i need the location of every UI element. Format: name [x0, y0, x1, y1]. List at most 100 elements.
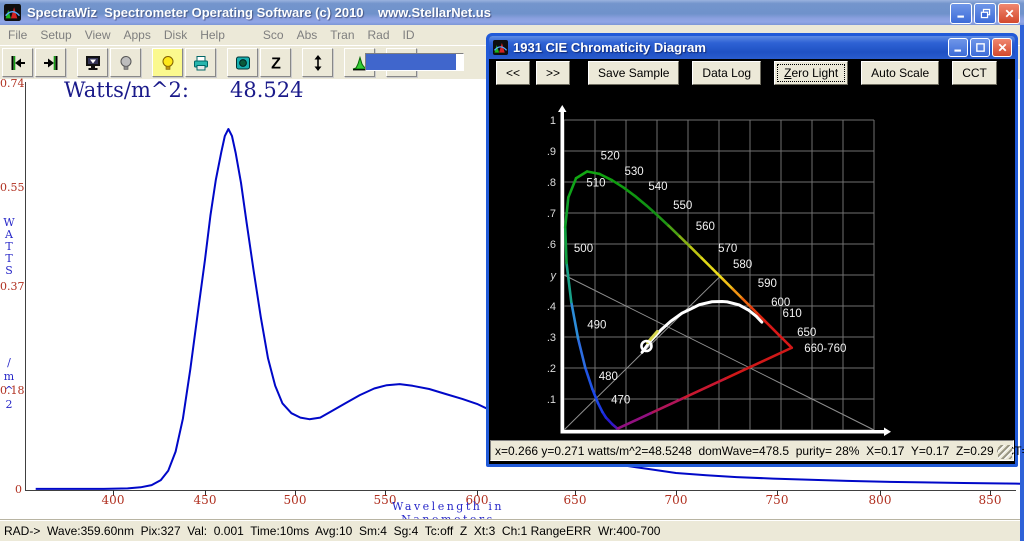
svg-text:y: y [550, 270, 558, 282]
x-tick-label: 400 [101, 493, 125, 507]
y-axis-unit-char: S [5, 264, 13, 277]
x-tick-label: 650 [563, 493, 587, 507]
measurement-unit-label: Watts/m^2: [64, 78, 189, 102]
svg-text:510: 510 [586, 178, 605, 190]
svg-text:.9: .9 [547, 146, 556, 158]
menu-item-apps[interactable]: Apps [124, 28, 151, 42]
goto-start-icon [11, 55, 25, 70]
svg-text:570: 570 [718, 243, 737, 255]
cie-close-button[interactable] [992, 38, 1012, 57]
close-button[interactable] [998, 3, 1020, 24]
save-display-icon [85, 55, 100, 70]
toolbar-button-lamp-off[interactable] [110, 48, 141, 77]
svg-text:.6: .6 [547, 239, 556, 251]
cie-button-data-log[interactable]: Data Log [692, 61, 762, 85]
cie-button-zero-light[interactable]: Zero Light [774, 61, 849, 85]
svg-text:.1: .1 [547, 394, 556, 406]
y-axis-unit-char: m [3, 370, 15, 383]
acquisition-progress-bar [365, 53, 464, 71]
cie-button-save-sample[interactable]: Save Sample [588, 61, 680, 85]
resize-grip[interactable] [998, 445, 1012, 459]
main-title-bar[interactable]: SpectraWiz Spectrometer Operating Softwa… [0, 0, 1024, 25]
cie-button--[interactable]: >> [536, 61, 571, 85]
x-tick-label: 500 [283, 493, 307, 507]
cie-status-text: x=0.266 y=0.271 watts/m^2=48.5248 domWav… [495, 443, 1024, 458]
minimize-icon [956, 15, 964, 18]
cie-window-icon [493, 40, 508, 55]
menu-item-help[interactable]: Help [200, 28, 225, 42]
lamp-off-icon [120, 55, 131, 70]
minimize-icon [953, 49, 961, 52]
toolbar-button-goto-start[interactable] [2, 48, 33, 77]
menu-item-tran[interactable]: Tran [330, 28, 354, 42]
cie-window-title: 1931 CIE Chromaticity Diagram [513, 40, 706, 55]
cie-status-bar: x=0.266 y=0.271 watts/m^2=48.5248 domWav… [490, 440, 1024, 461]
measurement-value: 48.524 [230, 78, 304, 102]
toolbar-button-save-display[interactable] [77, 48, 108, 77]
svg-text:560: 560 [696, 221, 715, 233]
svg-text:1: 1 [550, 115, 556, 127]
svg-text:500: 500 [574, 243, 593, 255]
window-right-border [1020, 25, 1024, 541]
zero-z-icon: Z [271, 55, 281, 72]
svg-text:610: 610 [783, 308, 802, 320]
y-tick-label: 0.74 [0, 77, 25, 90]
menu-item-setup[interactable]: Setup [40, 28, 71, 42]
svg-text:480: 480 [599, 371, 618, 383]
menu-item-sco[interactable]: Sco [263, 28, 284, 42]
svg-text:.4: .4 [547, 301, 556, 313]
close-icon [1005, 9, 1013, 18]
restore-button[interactable] [974, 3, 996, 24]
svg-text:Z: Z [271, 55, 281, 72]
printer-icon [193, 55, 208, 70]
menu-item-disk[interactable]: Disk [164, 28, 187, 42]
cie-maximize-button[interactable] [970, 38, 990, 57]
toolbar-button-vertical-scale[interactable] [302, 48, 333, 77]
svg-text:.7: .7 [547, 208, 556, 220]
maximize-icon [975, 43, 985, 52]
x-tick-label: 700 [664, 493, 688, 507]
y-axis-unit-char: ^ [4, 384, 14, 397]
cie-title-bar[interactable]: 1931 CIE Chromaticity Diagram [489, 36, 1015, 59]
main-window-title: SpectraWiz Spectrometer Operating Softwa… [27, 5, 491, 20]
svg-text:660-760: 660-760 [804, 343, 846, 355]
main-status-text: RAD-> Wave:359.60nm Pix:327 Val: 0.001 T… [4, 523, 661, 538]
vertical-scale-icon [314, 54, 321, 71]
cie-chromaticity-plot: 520530540550560570580590600610650660-760… [547, 105, 891, 436]
toolbar-button-goto-end[interactable] [35, 48, 66, 77]
svg-text:540: 540 [648, 181, 667, 193]
y-axis-unit-char: / [7, 356, 11, 369]
cie-button-auto-scale[interactable]: Auto Scale [861, 61, 940, 85]
x-tick-label: 450 [193, 493, 217, 507]
cie-toolbar: << >> Save Sample Data Log Zero Light Auto Sc… [489, 59, 1015, 87]
menu-item-view[interactable]: View [85, 28, 111, 42]
menu-item-file[interactable]: File [8, 28, 27, 42]
svg-text:590: 590 [758, 278, 777, 290]
toolbar-button-printer[interactable] [185, 48, 216, 77]
svg-text:550: 550 [673, 200, 692, 212]
cie-button-cct[interactable]: CCT [952, 61, 997, 85]
cie-minimize-button[interactable] [948, 38, 968, 57]
lamp-on-icon [162, 55, 173, 70]
svg-text:650: 650 [797, 327, 816, 339]
toolbar-button-snapshot[interactable] [227, 48, 258, 77]
restore-icon [980, 8, 990, 19]
svg-text:580: 580 [733, 259, 752, 271]
menu-item-abs[interactable]: Abs [297, 28, 318, 42]
close-icon [998, 43, 1006, 52]
svg-text:.8: .8 [547, 177, 556, 189]
toolbar-button-lamp-on[interactable] [152, 48, 183, 77]
svg-text:530: 530 [624, 166, 643, 178]
menu-item-rad[interactable]: Rad [368, 28, 390, 42]
menu-item-id[interactable]: ID [403, 28, 415, 42]
goto-end-icon [43, 55, 57, 70]
x-tick-label: 750 [765, 493, 789, 507]
snapshot-icon [235, 56, 250, 69]
toolbar-button-zero-z[interactable]: Z [260, 48, 291, 77]
main-status-bar: RAD-> Wave:359.60nm Pix:327 Val: 0.001 T… [0, 519, 1024, 541]
minimize-button[interactable] [950, 3, 972, 24]
y-axis-unit-char: 2 [5, 398, 13, 411]
svg-text:.2: .2 [547, 363, 556, 375]
y-tick-label: 0.37 [0, 280, 25, 293]
cie-button--[interactable]: << [496, 61, 531, 85]
